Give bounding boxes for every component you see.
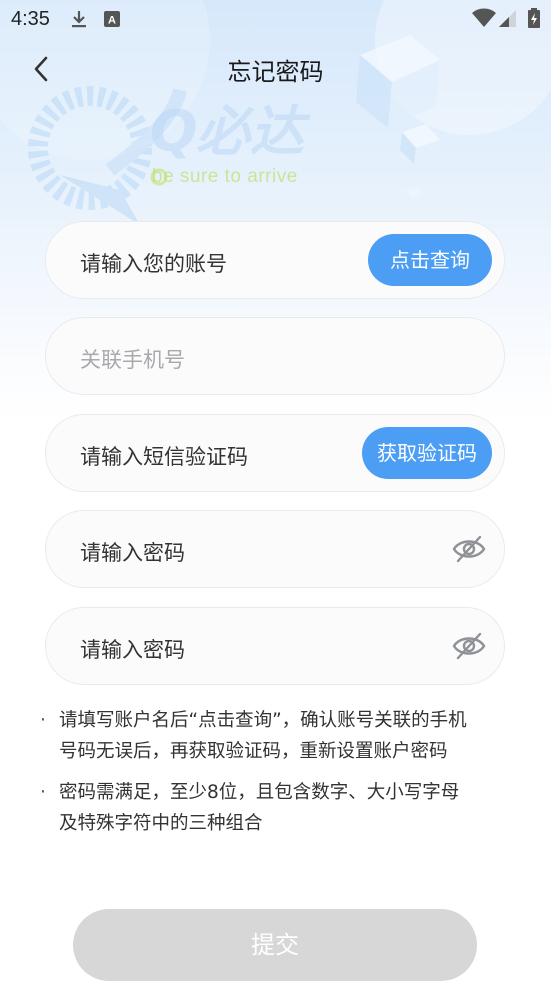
submit-button[interactable]: 提交 — [73, 909, 477, 981]
eye-off-icon[interactable] — [452, 631, 486, 661]
brand-slogan: be sure to arrive — [152, 166, 298, 187]
password-input-placeholder[interactable]: 请输入密码 — [80, 537, 185, 567]
q-logo-watermark — [28, 86, 187, 225]
svg-text:Q: Q — [150, 99, 198, 164]
note-line: 号码无误后，再获取验证码，重新设置账户密码 — [59, 741, 448, 762]
sms-code-input-placeholder[interactable]: 请输入短信验证码 — [80, 441, 248, 471]
account-input-placeholder[interactable]: 请输入您的账号 — [80, 248, 227, 278]
status-bar: 4:35 A — [0, 0, 551, 38]
svg-text:A: A — [108, 15, 116, 27]
note-item: · 请填写账户名后“点击查询”，确认账号关联的手机 号码无误后，再获取验证码，重… — [40, 705, 520, 767]
battery-icon — [528, 8, 540, 28]
signal-icon — [499, 10, 516, 27]
phone-field: 关联手机号 — [45, 317, 505, 395]
bullet: · — [40, 710, 46, 731]
keyboard-a-icon: A — [104, 11, 120, 27]
bullet: · — [40, 782, 46, 803]
eye-off-icon[interactable] — [452, 534, 486, 564]
sms-code-field[interactable]: 请输入短信验证码 获取验证码 — [45, 414, 505, 492]
password-field[interactable]: 请输入密码 — [45, 510, 505, 588]
download-icon — [72, 11, 86, 28]
wifi-icon — [472, 8, 496, 27]
note-line: 密码需满足，至少8位，且包含数字、大小写字母 — [59, 782, 460, 803]
query-account-button[interactable]: 点击查询 — [368, 234, 492, 286]
page-title: 忘记密码 — [227, 58, 324, 86]
get-sms-code-button[interactable]: 获取验证码 — [362, 427, 492, 479]
note-item: · 密码需满足，至少8位，且包含数字、大小写字母 及特殊字符中的三种组合 — [40, 777, 520, 839]
status-time: 4:35 — [11, 8, 50, 30]
note-line: 请填写账户名后“点击查询”，确认账号关联的手机 — [59, 710, 467, 731]
brand-logo-wordmark: Q 必达 — [150, 99, 311, 164]
phone-input-placeholder: 关联手机号 — [80, 348, 185, 372]
confirm-password-field[interactable]: 请输入密码 — [45, 607, 505, 685]
note-line: 及特殊字符中的三种组合 — [59, 813, 263, 834]
svg-text:必达: 必达 — [196, 100, 311, 163]
confirm-password-input-placeholder[interactable]: 请输入密码 — [80, 634, 185, 664]
account-field[interactable]: 请输入您的账号 点击查询 — [45, 221, 505, 299]
